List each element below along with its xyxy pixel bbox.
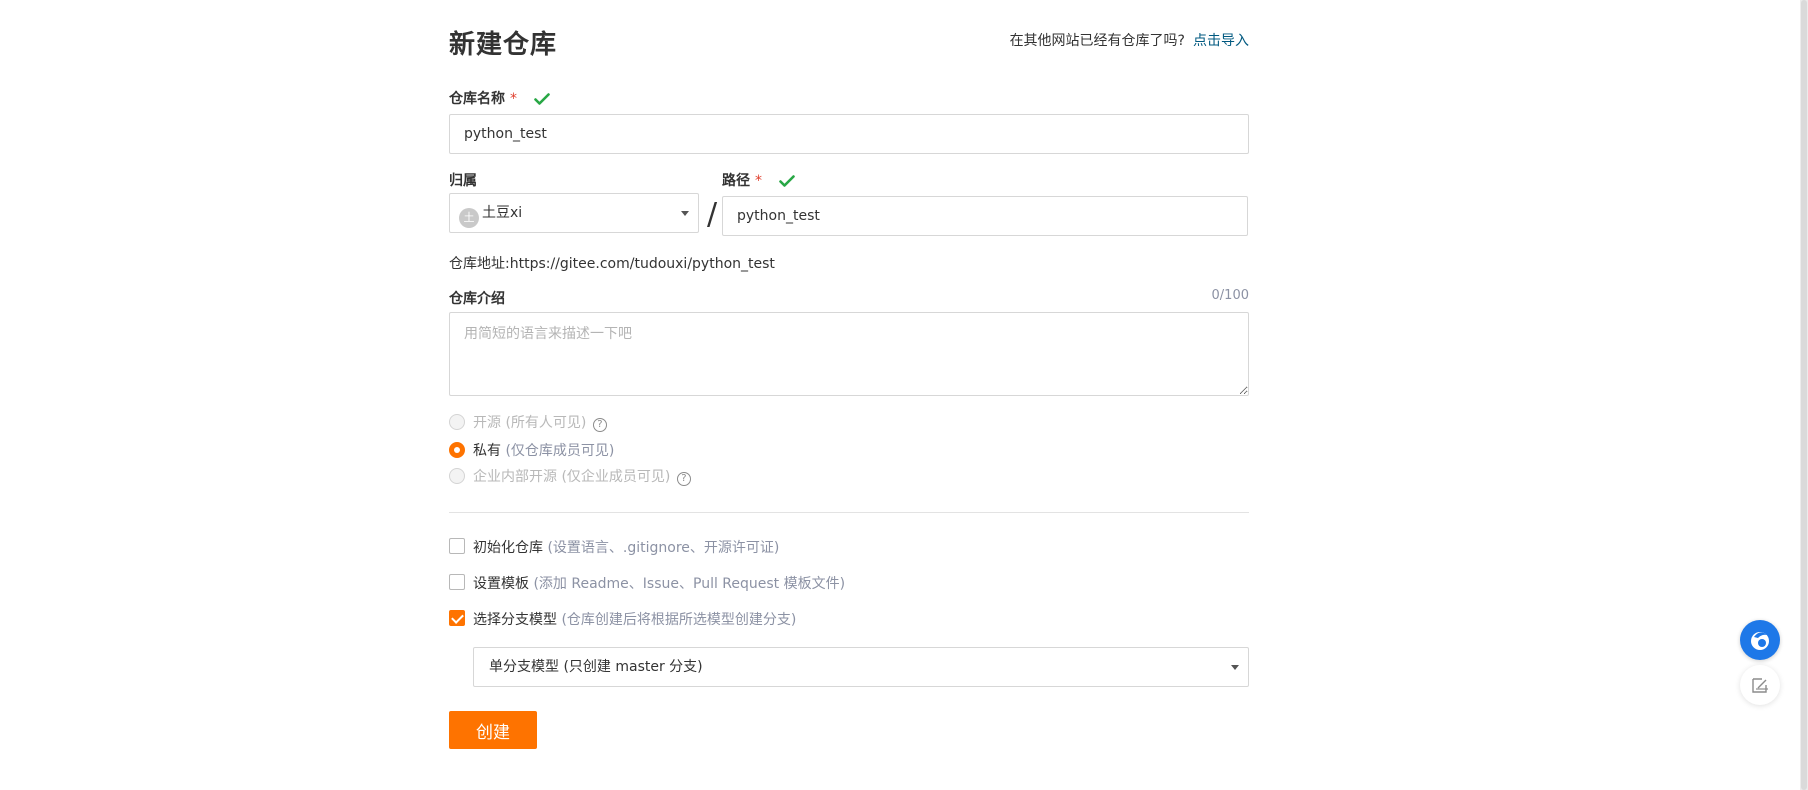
radio-button[interactable]: [449, 468, 465, 484]
owner-select[interactable]: 土土豆xi: [449, 193, 699, 233]
question-icon[interactable]: ?: [592, 418, 607, 432]
radio-button[interactable]: [449, 414, 465, 430]
init-repo-option[interactable]: 初始化仓库 (设置语言、.gitignore、开源许可证): [449, 538, 779, 558]
radio-label: 企业内部开源: [473, 469, 557, 485]
import-link[interactable]: 点击导入: [1193, 33, 1249, 49]
visibility-private[interactable]: 私有 (仅仓库成员可见): [449, 441, 614, 461]
question-icon[interactable]: ?: [676, 472, 691, 486]
repo-name-input[interactable]: python_test: [449, 114, 1249, 154]
edit-icon: [1752, 678, 1768, 693]
repo-name-label: 仓库名称 *: [449, 88, 550, 109]
owner-name: 土豆xi: [482, 205, 523, 221]
radio-hint: (所有人可见): [505, 415, 587, 431]
import-hint-text: 在其他网站已经有仓库了吗?: [1009, 33, 1185, 49]
checkbox-hint: (添加 Readme、Issue、Pull Request 模板文件): [533, 576, 846, 592]
template-option[interactable]: 设置模板 (添加 Readme、Issue、Pull Request 模板文件): [449, 574, 845, 594]
radio-button-selected[interactable]: [449, 442, 465, 458]
radio-label: 私有: [473, 443, 501, 459]
radio-hint: (仅仓库成员可见): [505, 443, 615, 459]
description-textarea[interactable]: [449, 312, 1249, 396]
scrollbar-thumb[interactable]: [1801, 0, 1807, 790]
required-mark: *: [510, 91, 517, 107]
branch-model-select[interactable]: 单分支模型 (只创建 master 分支): [473, 647, 1249, 687]
page-title: 新建仓库: [449, 30, 558, 60]
chevron-down-icon: [681, 211, 689, 216]
checkbox-label: 选择分支模型: [473, 612, 557, 628]
owner-label: 归属: [449, 173, 477, 189]
valid-check-icon: [534, 93, 550, 109]
create-button[interactable]: 创建: [449, 711, 537, 749]
checkbox-checked[interactable]: [449, 610, 465, 626]
checkbox[interactable]: [449, 538, 465, 554]
branch-model-value: 单分支模型 (只创建 master 分支): [489, 659, 703, 675]
help-float-button[interactable]: [1740, 620, 1780, 660]
checkbox-label: 初始化仓库: [473, 540, 543, 556]
avatar: 土: [459, 208, 479, 228]
checkbox-hint: (仓库创建后将根据所选模型创建分支): [561, 612, 797, 628]
path-input[interactable]: python_test: [722, 196, 1248, 236]
import-hint: 在其他网站已经有仓库了吗? 点击导入: [1010, 30, 1249, 50]
required-mark: *: [755, 173, 762, 189]
visibility-enterprise[interactable]: 企业内部开源 (仅企业成员可见) ?: [449, 467, 691, 487]
checkbox[interactable]: [449, 574, 465, 590]
vertical-scrollbar[interactable]: [1800, 0, 1808, 790]
description-label: 仓库介绍: [449, 291, 505, 307]
chevron-down-icon: [1231, 665, 1239, 670]
repo-name-label-text: 仓库名称: [449, 91, 505, 107]
repo-url: 仓库地址:https://gitee.com/tudouxi/python_te…: [449, 256, 775, 272]
visibility-open-source[interactable]: 开源 (所有人可见) ?: [449, 413, 607, 433]
valid-check-icon: [779, 175, 795, 191]
checkbox-hint: (设置语言、.gitignore、开源许可证): [547, 540, 780, 556]
form-header: 新建仓库 在其他网站已经有仓库了吗? 点击导入: [449, 22, 1249, 60]
path-separator: /: [706, 197, 718, 232]
description-counter: 0/100: [1211, 288, 1249, 303]
chat-icon: [1751, 632, 1769, 650]
feedback-float-button[interactable]: [1740, 665, 1780, 705]
path-label-text: 路径: [722, 173, 750, 189]
page: 新建仓库 在其他网站已经有仓库了吗? 点击导入 仓库名称 * python_test…: [0, 0, 1808, 790]
divider: [449, 512, 1249, 513]
branch-model-option[interactable]: 选择分支模型 (仓库创建后将根据所选模型创建分支): [449, 610, 796, 630]
path-label: 路径 *: [722, 170, 795, 191]
checkbox-label: 设置模板: [473, 576, 529, 592]
radio-label: 开源: [473, 415, 501, 431]
radio-hint: (仅企业成员可见): [561, 469, 671, 485]
